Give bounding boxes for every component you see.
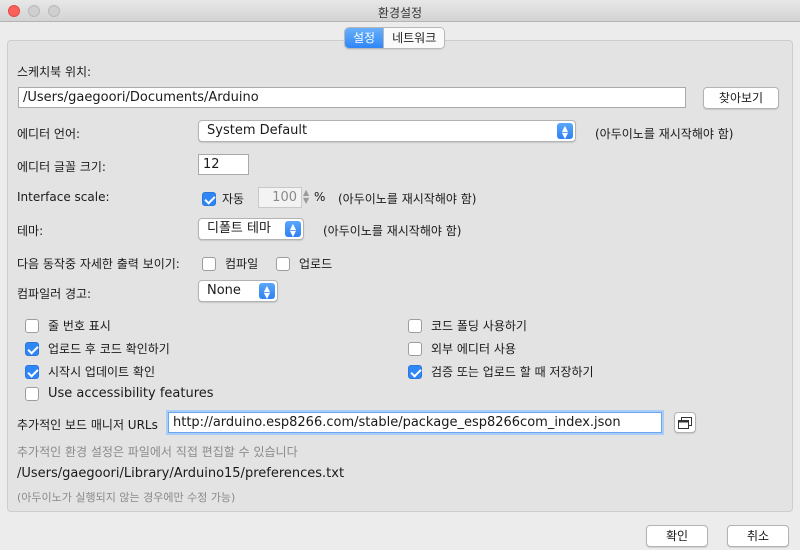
check-updates-checkbox[interactable] — [25, 364, 39, 379]
tab-settings[interactable]: 설정 — [345, 28, 384, 48]
theme-label: 테마: — [17, 224, 44, 238]
theme-note: (아두이노를 재시작해야 함) — [323, 224, 462, 238]
interface-scale-auto-label: 자동 — [222, 192, 245, 206]
board-urls-field[interactable]: http://arduino.esp8266.com/stable/packag… — [168, 412, 662, 433]
editor-language-note: (아두이노를 재시작해야 함) — [595, 127, 734, 141]
interface-scale-label: Interface scale: — [17, 190, 110, 204]
code-folding-option[interactable]: 코드 폴딩 사용하기 — [408, 317, 527, 334]
verbose-compile-option[interactable]: 컴파일 — [202, 255, 258, 272]
chevron-up-down-icon: ▲ ▼ — [285, 221, 301, 238]
windows-icon — [678, 417, 692, 429]
check-updates-option[interactable]: 시작시 업데이트 확인 — [25, 363, 155, 380]
theme-value: 디폴트 테마 — [207, 221, 271, 236]
interface-scale-field[interactable]: 100 — [258, 187, 302, 208]
compiler-warnings-value: None — [207, 283, 241, 298]
board-urls-label: 추가적인 보드 매니저 URLs — [17, 418, 158, 432]
editor-language-value: System Default — [207, 123, 308, 138]
chevron-up-down-icon: ▲ ▼ — [259, 283, 275, 300]
save-on-verify-label: 검증 또는 업로드 할 때 저장하기 — [431, 365, 594, 379]
window-title: 환경설정 — [377, 6, 423, 20]
external-editor-checkbox[interactable] — [408, 341, 422, 356]
font-size-field[interactable]: 12 — [198, 154, 249, 175]
verify-after-upload-checkbox[interactable] — [25, 341, 39, 356]
more-prefs-note: (아두이노가 실행되지 않는 경우에만 수정 가능) — [17, 491, 236, 504]
preferences-file-path: /Users/gaegoori/Library/Arduino15/prefer… — [17, 466, 345, 481]
tab-network[interactable]: 네트워크 — [383, 28, 445, 48]
verbose-upload-option[interactable]: 업로드 — [276, 255, 332, 272]
board-urls-editor-button[interactable] — [674, 412, 696, 433]
chevron-up-down-icon: ▲ ▼ — [557, 123, 573, 140]
interface-scale-note: (아두이노를 재시작해야 함) — [338, 192, 477, 206]
interface-scale-unit: % — [314, 190, 326, 204]
compiler-warnings-label: 컴파일러 경고: — [17, 287, 92, 301]
show-line-numbers-checkbox[interactable] — [25, 318, 39, 333]
save-on-verify-option[interactable]: 검증 또는 업로드 할 때 저장하기 — [408, 363, 594, 380]
verbose-compile-checkbox[interactable] — [202, 256, 216, 271]
settings-panel — [7, 40, 793, 512]
interface-scale-auto-option[interactable]: 자동 — [202, 190, 244, 207]
verbose-upload-label: 업로드 — [299, 257, 333, 271]
tab-bar: 설정 네트워크 — [344, 27, 446, 49]
more-prefs-hint: 추가적인 환경 설정은 파일에서 직접 편집할 수 있습니다 — [17, 445, 298, 459]
verbose-upload-checkbox[interactable] — [276, 256, 290, 271]
scale-stepper[interactable]: ▲ ▼ — [303, 189, 309, 205]
show-line-numbers-label: 줄 번호 표시 — [48, 319, 111, 333]
sketchbook-location-label: 스케치북 위치: — [17, 65, 92, 79]
browse-button[interactable]: 찾아보기 — [703, 87, 779, 109]
accessibility-option[interactable]: Use accessibility features — [25, 386, 214, 401]
accessibility-label: Use accessibility features — [48, 386, 214, 401]
external-editor-label: 외부 에디터 사용 — [431, 342, 516, 356]
font-size-label: 에디터 글꼴 크기: — [17, 160, 106, 174]
interface-scale-auto-checkbox[interactable] — [202, 191, 216, 206]
editor-language-label: 에디터 언어: — [17, 127, 81, 141]
check-updates-label: 시작시 업데이트 확인 — [48, 365, 155, 379]
code-folding-label: 코드 폴딩 사용하기 — [431, 319, 527, 333]
verify-after-upload-option[interactable]: 업로드 후 코드 확인하기 — [25, 340, 170, 357]
code-folding-checkbox[interactable] — [408, 318, 422, 333]
save-on-verify-checkbox[interactable] — [408, 364, 422, 379]
compiler-warnings-select[interactable]: None ▲ ▼ — [198, 280, 278, 302]
verify-after-upload-label: 업로드 후 코드 확인하기 — [48, 342, 170, 356]
external-editor-option[interactable]: 외부 에디터 사용 — [408, 340, 516, 357]
ok-button[interactable]: 확인 — [646, 525, 708, 547]
cancel-button[interactable]: 취소 — [727, 525, 789, 547]
verbose-output-label: 다음 동작중 자세한 출력 보이기: — [17, 257, 180, 271]
theme-select[interactable]: 디폴트 테마 ▲ ▼ — [198, 218, 304, 240]
show-line-numbers-option[interactable]: 줄 번호 표시 — [25, 317, 111, 334]
verbose-compile-label: 컴파일 — [225, 257, 259, 271]
title-bar: 환경설정 — [0, 0, 800, 22]
sketchbook-path-field[interactable]: /Users/gaegoori/Documents/Arduino — [18, 87, 686, 108]
editor-language-select[interactable]: System Default ▲ ▼ — [198, 120, 576, 142]
accessibility-checkbox[interactable] — [25, 386, 39, 401]
